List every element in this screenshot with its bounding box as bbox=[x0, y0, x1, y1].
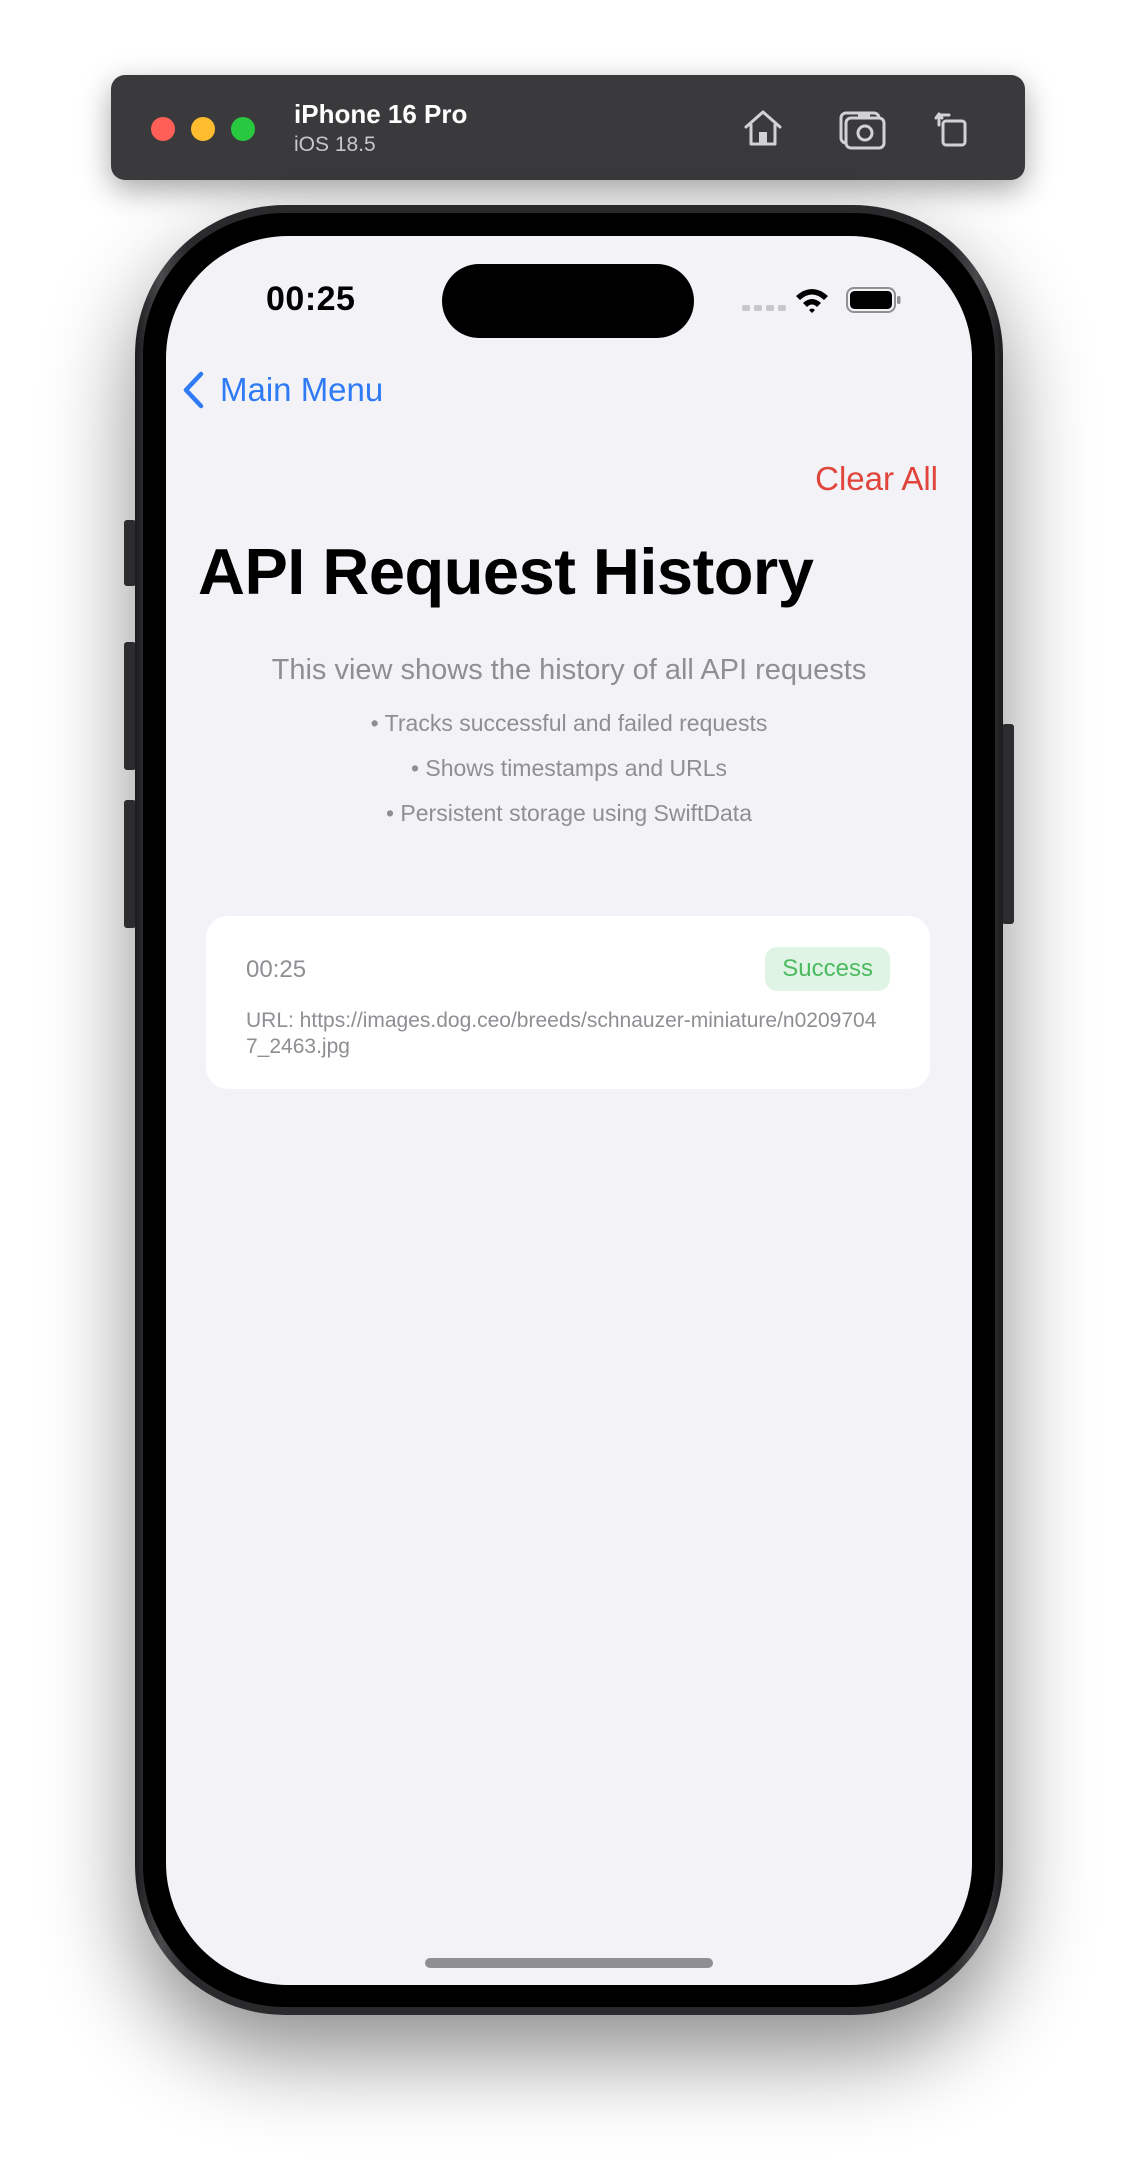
status-badge: Success bbox=[765, 947, 890, 991]
info-heading: This view shows the history of all API r… bbox=[271, 654, 867, 686]
cellular-signal-icon bbox=[742, 305, 786, 311]
phone-screen: 00:25 Main Menu Clear All API Request Hi… bbox=[166, 236, 972, 1985]
info-point: • Shows timestamps and URLs bbox=[410, 755, 728, 781]
rotate-icon[interactable] bbox=[929, 103, 979, 153]
screenshot-icon[interactable] bbox=[837, 103, 887, 153]
home-icon[interactable] bbox=[738, 103, 788, 153]
page-title: API Request History bbox=[198, 535, 814, 608]
device-os-version: iOS 18.5 bbox=[294, 133, 376, 156]
simulator-toolbar: iPhone 16 Pro iOS 18.5 bbox=[111, 75, 1025, 180]
device-name: iPhone 16 Pro bbox=[294, 99, 468, 129]
zoom-window-button[interactable] bbox=[231, 117, 255, 141]
back-button-label: Main Menu bbox=[220, 371, 384, 408]
home-indicator[interactable] bbox=[425, 1958, 713, 1968]
info-point: • Tracks successful and failed requests bbox=[370, 710, 768, 736]
dynamic-island bbox=[442, 264, 694, 338]
request-timestamp: 00:25 bbox=[246, 956, 307, 983]
chevron-left-icon bbox=[183, 371, 204, 409]
minimize-window-button[interactable] bbox=[191, 117, 215, 141]
wifi-icon bbox=[796, 289, 828, 313]
history-list-item[interactable]: 00:25 Success URL: https://images.dog.ce… bbox=[206, 916, 930, 1089]
status-bar-time: 00:25 bbox=[266, 280, 356, 318]
request-url: URL: https://images.dog.ceo/breeds/schna… bbox=[246, 1009, 877, 1058]
back-button[interactable]: Main Menu bbox=[180, 370, 383, 410]
battery-icon bbox=[846, 287, 901, 313]
info-block: This view shows the history of all API r… bbox=[166, 654, 972, 836]
power-button bbox=[1002, 724, 1014, 924]
clear-all-button[interactable]: Clear All bbox=[815, 460, 938, 498]
info-point: • Persistent storage using SwiftData bbox=[385, 800, 752, 826]
close-window-button[interactable] bbox=[151, 117, 175, 141]
